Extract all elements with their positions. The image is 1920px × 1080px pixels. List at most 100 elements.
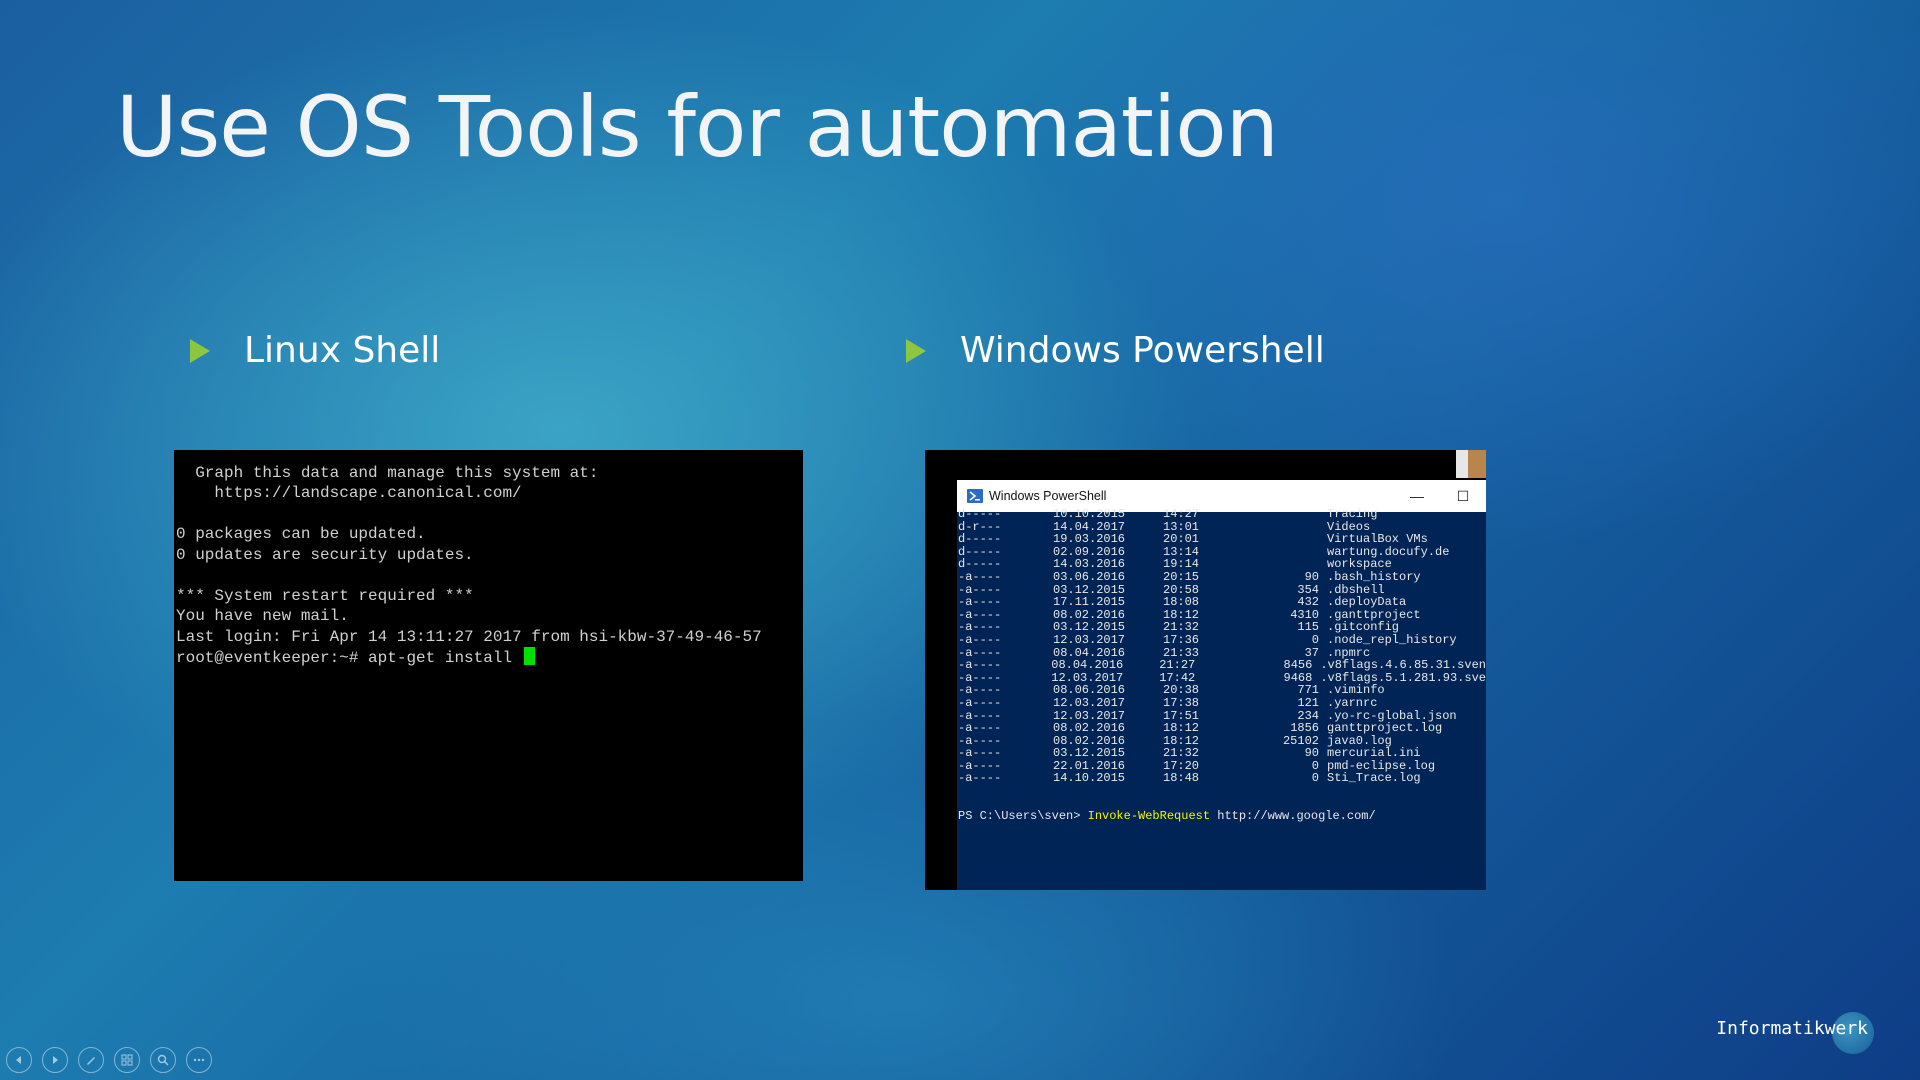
background-thumbnail bbox=[1456, 450, 1486, 478]
powershell-screenshot: Windows PowerShell — ☐ d----- 10.10.2015 1… bbox=[925, 450, 1486, 890]
listing-row: -a---- 03.12.2015 21:32 90 mercurial.ini bbox=[958, 747, 1486, 760]
slide-title: Use OS Tools for automation bbox=[116, 78, 1279, 176]
listing-length: 0 bbox=[1311, 771, 1319, 786]
listing-length bbox=[1259, 508, 1319, 521]
bullet-label: Linux Shell bbox=[244, 330, 441, 371]
linux-terminal-screenshot: Graph this data and manage this system a… bbox=[174, 450, 803, 881]
listing-name: .v8flags.4.6.85.31.sven bbox=[1320, 658, 1486, 673]
listing-length: 432 bbox=[1297, 595, 1319, 610]
more-icon bbox=[193, 1058, 205, 1062]
listing-mode: d----- bbox=[958, 507, 1002, 521]
command-argument: http://www.google.com/ bbox=[1210, 809, 1376, 824]
listing-length: 121 bbox=[1297, 695, 1319, 710]
terminal-line: You have new mail. bbox=[176, 607, 349, 625]
maximize-button[interactable]: ☐ bbox=[1440, 488, 1486, 505]
listing-time: 21:32 bbox=[1163, 746, 1200, 761]
pen-tool-button[interactable] bbox=[78, 1047, 104, 1073]
bullet-triangle-icon bbox=[190, 338, 210, 363]
listing-row: -a---- 12.03.2017 17:42 9468 .v8flags.5.1.28… bbox=[958, 672, 1486, 685]
brand-name: Informatikwerk bbox=[1716, 1018, 1868, 1039]
listing-time: 21:27 bbox=[1159, 658, 1196, 673]
listing-time: 18:08 bbox=[1163, 595, 1200, 610]
listing-row: -a---- 03.12.2015 20:58 354 .dbshell bbox=[958, 583, 1486, 597]
prompt-text: PS C:\Users\sven> bbox=[958, 809, 1088, 824]
listing-row: -a---- 08.04.2016 21:27 8456 .v8flags.4.6.85… bbox=[958, 659, 1486, 672]
more-options-button[interactable] bbox=[186, 1047, 212, 1073]
listing-row: d----- 02.09.2016 13:14 wartung.docufy.de bbox=[958, 546, 1486, 559]
next-icon bbox=[53, 1056, 58, 1064]
listing-date: 12.03.2017 bbox=[1053, 695, 1126, 710]
bullet-triangle-icon bbox=[906, 338, 926, 363]
listing-time: 20:15 bbox=[1163, 569, 1200, 584]
listing-date: 14.10.2015 bbox=[1053, 771, 1126, 786]
listing-row: -a---- 08.02.2016 18:12 4310 .ganttproject bbox=[958, 609, 1486, 622]
listing-date: 03.12.2015 bbox=[1053, 746, 1126, 761]
powershell-prompt-line: PS C:\Users\sven> Invoke-WebRequest http… bbox=[958, 810, 1486, 823]
listing-date: 03.06.2016 bbox=[1053, 569, 1126, 584]
listing-name: .node_repl_history bbox=[1327, 632, 1457, 647]
listing-row: -a---- 03.06.2016 20:15 90 .bash_history bbox=[958, 571, 1486, 584]
listing-length bbox=[1259, 533, 1319, 546]
cmdlet-text: Invoke-WebRequest bbox=[1087, 809, 1211, 824]
listing-mode: -a---- bbox=[958, 746, 1002, 761]
listing-length: 115 bbox=[1297, 620, 1319, 635]
listing-length: 90 bbox=[1304, 569, 1319, 584]
zoom-button[interactable] bbox=[150, 1047, 176, 1073]
terminal-prompt: root@eventkeeper:~# apt-get install bbox=[176, 649, 522, 667]
previous-icon bbox=[16, 1056, 21, 1064]
listing-date: 17.11.2015 bbox=[1053, 595, 1126, 610]
zoom-icon bbox=[157, 1054, 169, 1066]
terminal-output: Graph this data and manage this system a… bbox=[174, 450, 803, 669]
listing-time: 14:27 bbox=[1163, 507, 1200, 521]
slides-grid-icon bbox=[121, 1054, 133, 1066]
listing-name: ganttproject.log bbox=[1327, 721, 1443, 736]
next-slide-button[interactable] bbox=[42, 1047, 68, 1073]
directory-listing: d----- 10.10.2015 14:27 Tracing d-r--- 14.04.… bbox=[958, 508, 1486, 785]
bullet-linux-shell: Linux Shell bbox=[190, 330, 440, 371]
previous-slide-button[interactable] bbox=[6, 1047, 32, 1073]
listing-length: 8456 bbox=[1283, 658, 1313, 673]
listing-length bbox=[1259, 521, 1319, 534]
listing-date: 10.10.2015 bbox=[1053, 507, 1126, 521]
terminal-line: Last login: Fri Apr 14 13:11:27 2017 fro… bbox=[176, 627, 762, 646]
slideshow-controls bbox=[6, 1047, 212, 1073]
bullet-label: Windows Powershell bbox=[960, 330, 1325, 371]
listing-name: VirtualBox VMs bbox=[1327, 532, 1428, 547]
listing-length: 0 bbox=[1311, 632, 1319, 647]
listing-row: -a---- 12.03.2017 17:38 121 .yarnrc bbox=[958, 697, 1486, 710]
listing-time: 18:12 bbox=[1163, 721, 1200, 736]
listing-time: 17:36 bbox=[1163, 632, 1200, 647]
listing-mode: -a---- bbox=[958, 695, 1002, 710]
terminal-line: 0 updates are security updates. bbox=[176, 545, 474, 564]
see-all-slides-button[interactable] bbox=[114, 1047, 140, 1073]
listing-name: Tracing bbox=[1327, 507, 1378, 521]
terminal-cursor bbox=[523, 647, 535, 665]
listing-name: .deployData bbox=[1327, 595, 1407, 610]
listing-length: 1856 bbox=[1290, 721, 1319, 736]
terminal-line: Graph this data and manage this system a… bbox=[176, 463, 599, 482]
listing-mode: -a---- bbox=[958, 771, 1002, 786]
minimize-button[interactable]: — bbox=[1394, 488, 1440, 504]
pen-icon bbox=[87, 1057, 95, 1065]
listing-row: d----- 19.03.2016 20:01 VirtualBox VMs bbox=[958, 533, 1486, 546]
listing-length: 90 bbox=[1304, 746, 1319, 761]
listing-date: 19.03.2016 bbox=[1053, 532, 1126, 547]
listing-mode: d----- bbox=[958, 532, 1002, 547]
listing-length bbox=[1259, 546, 1319, 559]
listing-date: 12.03.2017 bbox=[1053, 632, 1126, 647]
listing-row: -a---- 17.11.2015 18:08 432 .deployData bbox=[958, 596, 1486, 609]
listing-date: 08.04.2016 bbox=[1051, 658, 1124, 673]
listing-mode: -a---- bbox=[958, 721, 1002, 736]
listing-length: 0 bbox=[1311, 758, 1319, 773]
listing-name: mercurial.ini bbox=[1327, 746, 1421, 761]
listing-date: 08.02.2016 bbox=[1053, 721, 1126, 736]
terminal-line: *** System restart required *** bbox=[176, 586, 474, 605]
listing-mode: -a---- bbox=[958, 632, 1002, 647]
listing-row: d----- 10.10.2015 14:27 Tracing bbox=[958, 508, 1486, 521]
terminal-line: https://landscape.canonical.com/ bbox=[176, 484, 522, 502]
bullet-windows-powershell: Windows Powershell bbox=[906, 330, 1325, 371]
terminal-line: 0 packages can be updated. bbox=[176, 525, 426, 543]
listing-row: -a---- 14.10.2015 18:48 0 Sti_Trace.log bbox=[958, 772, 1486, 785]
listing-time: 20:01 bbox=[1163, 532, 1200, 547]
listing-row: -a---- 12.03.2017 17:36 0 .node_repl_history bbox=[958, 634, 1486, 647]
